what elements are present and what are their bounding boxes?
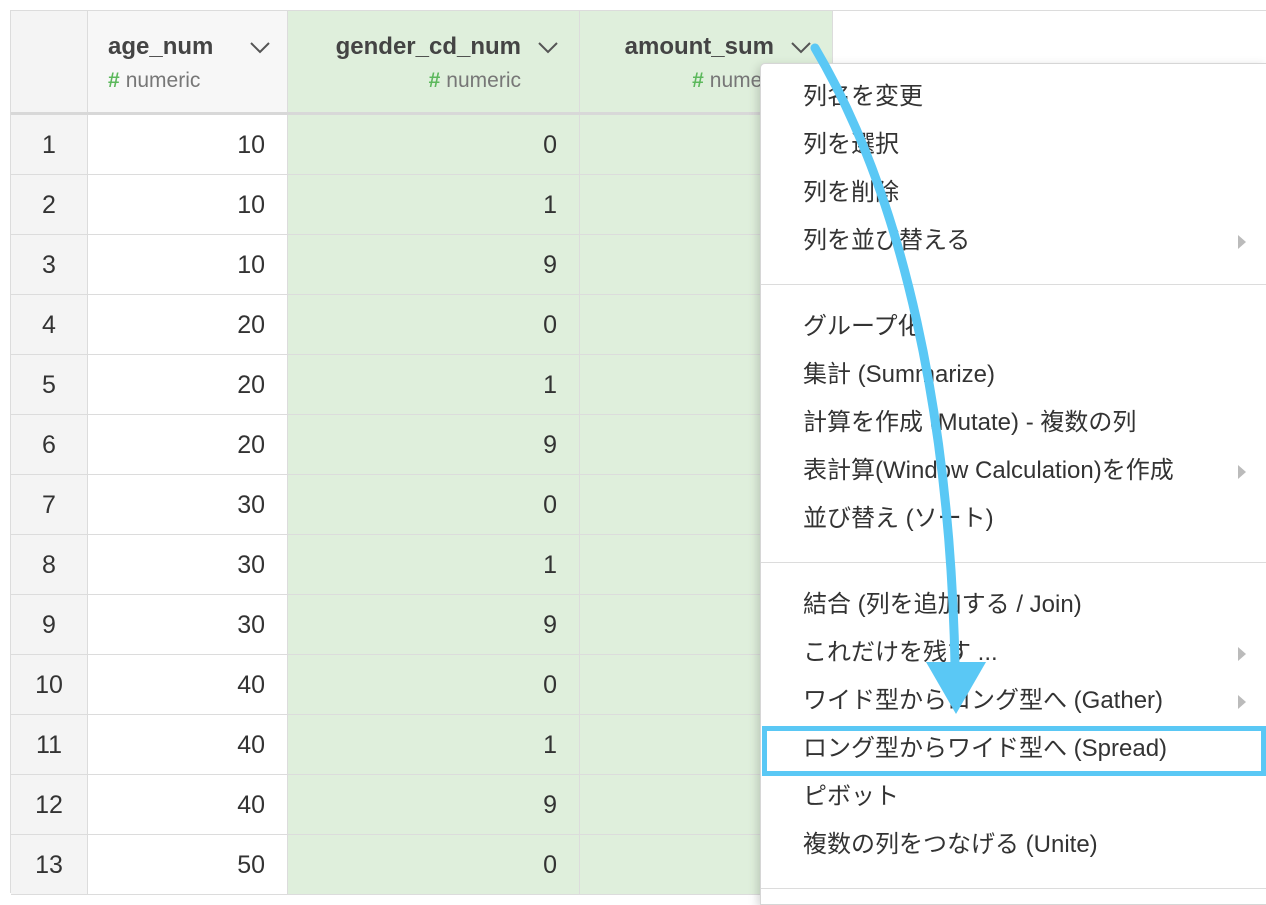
row-index: 7 (11, 475, 88, 535)
column-type: # numeric (108, 69, 200, 93)
menu-item-sort[interactable]: 並び替え (ソート) (761, 495, 1266, 543)
submenu-arrow-icon (1238, 647, 1246, 661)
cell-gender-cd-num[interactable]: 0 (288, 835, 580, 895)
row-index: 11 (11, 715, 88, 775)
cell-age-num[interactable]: 20 (88, 355, 288, 415)
cell-gender-cd-num[interactable]: 0 (288, 115, 580, 175)
menu-item-label: 集計 (Summarize) (803, 361, 996, 388)
menu-item-select[interactable]: 列を選択 (761, 121, 1266, 169)
cell-age-num[interactable]: 50 (88, 835, 288, 895)
menu-item-label: ワイド型からロング型へ (Gather) (803, 687, 1164, 714)
menu-item-spread[interactable]: ロング型からワイド型へ (Spread) (761, 725, 1266, 773)
menu-divider (761, 562, 1266, 563)
numeric-type-icon: # (108, 69, 120, 92)
cell-gender-cd-num[interactable]: 9 (288, 415, 580, 475)
row-index: 8 (11, 535, 88, 595)
row-index: 5 (11, 355, 88, 415)
menu-item-join[interactable]: 結合 (列を追加する / Join) (761, 581, 1266, 629)
menu-item-label: 複数の列をつなげる (Unite) (803, 831, 1098, 858)
menu-item-gather[interactable]: ワイド型からロング型へ (Gather) (761, 677, 1266, 725)
cell-gender-cd-num[interactable]: 0 (288, 475, 580, 535)
menu-item-label: 計算を作成 (Mutate) - 複数の列 (803, 409, 1137, 436)
menu-divider (761, 284, 1266, 285)
submenu-arrow-icon (1238, 695, 1246, 709)
chevron-down-icon[interactable] (790, 41, 812, 55)
cell-gender-cd-num[interactable]: 9 (288, 235, 580, 295)
cell-age-num[interactable]: 20 (88, 295, 288, 355)
row-index: 6 (11, 415, 88, 475)
menu-item-label: グループ化 (803, 313, 922, 340)
cell-age-num[interactable]: 10 (88, 235, 288, 295)
column-name: gender_cd_num (335, 33, 521, 60)
row-index: 4 (11, 295, 88, 355)
cell-gender-cd-num[interactable]: 0 (288, 655, 580, 715)
menu-item-delete[interactable]: 列を削除 (761, 169, 1266, 217)
column-type-label: numeric (446, 69, 521, 92)
menu-item-reorder[interactable]: 列を並び替える (761, 217, 1266, 265)
menu-item-rename[interactable]: 列名を変更 (761, 73, 1266, 121)
column-context-menu: 列名を変更 列を選択 列を削除 列を並び替える グループ化 集計 (Summar… (760, 63, 1266, 905)
menu-item-label: 列を選択 (803, 131, 899, 158)
cell-age-num[interactable]: 10 (88, 175, 288, 235)
cell-age-num[interactable]: 30 (88, 475, 288, 535)
cell-age-num[interactable]: 30 (88, 535, 288, 595)
row-index-header (11, 11, 88, 112)
chevron-down-icon[interactable] (249, 41, 271, 55)
cell-gender-cd-num[interactable]: 1 (288, 535, 580, 595)
menu-item-group[interactable]: グループ化 (761, 303, 1266, 351)
submenu-arrow-icon (1238, 235, 1246, 249)
menu-item-pivot[interactable]: ピボット (761, 773, 1266, 821)
chevron-down-icon[interactable] (537, 41, 559, 55)
cell-age-num[interactable]: 40 (88, 655, 288, 715)
cell-age-num[interactable]: 10 (88, 115, 288, 175)
cell-gender-cd-num[interactable]: 1 (288, 355, 580, 415)
column-header-gender-cd-num[interactable]: gender_cd_num # numeric (288, 11, 580, 112)
menu-item-unite[interactable]: 複数の列をつなげる (Unite) (761, 821, 1266, 869)
cell-gender-cd-num[interactable]: 1 (288, 715, 580, 775)
cell-age-num[interactable]: 20 (88, 415, 288, 475)
menu-item-label: 表計算(Window Calculation)を作成 (803, 457, 1174, 484)
cell-age-num[interactable]: 30 (88, 595, 288, 655)
column-name: age_num (108, 33, 214, 60)
menu-item-label: 列を削除 (803, 179, 899, 206)
column-name: amount_sum (624, 33, 774, 60)
menu-item-label: 結合 (列を追加する / Join) (803, 591, 1082, 618)
menu-item-keep-only[interactable]: これだけを残す ... (761, 629, 1266, 677)
column-type: # numeric (429, 69, 521, 93)
column-header-age-num[interactable]: age_num # numeric (88, 11, 288, 112)
cell-gender-cd-num[interactable]: 9 (288, 775, 580, 835)
menu-item-window-calculation[interactable]: 表計算(Window Calculation)を作成 (761, 447, 1266, 495)
cell-age-num[interactable]: 40 (88, 715, 288, 775)
row-index: 10 (11, 655, 88, 715)
cell-gender-cd-num[interactable]: 0 (288, 295, 580, 355)
menu-item-label: ロング型からワイド型へ (Spread) (803, 735, 1168, 762)
menu-item-label: 並び替え (ソート) (803, 505, 994, 532)
row-index: 9 (11, 595, 88, 655)
cell-gender-cd-num[interactable]: 1 (288, 175, 580, 235)
row-index: 12 (11, 775, 88, 835)
row-index: 2 (11, 175, 88, 235)
row-index: 13 (11, 835, 88, 895)
menu-item-label: 列を並び替える (803, 227, 971, 254)
cell-gender-cd-num[interactable]: 9 (288, 595, 580, 655)
numeric-type-icon: # (428, 69, 441, 92)
menu-divider (761, 888, 1266, 889)
menu-item-label: ピボット (803, 783, 899, 810)
submenu-arrow-icon (1238, 465, 1246, 479)
row-index: 1 (11, 115, 88, 175)
menu-item-summarize[interactable]: 集計 (Summarize) (761, 351, 1266, 399)
cell-age-num[interactable]: 40 (88, 775, 288, 835)
row-index: 3 (11, 235, 88, 295)
menu-item-mutate[interactable]: 計算を作成 (Mutate) - 複数の列 (761, 399, 1266, 447)
column-type-label: numeric (125, 69, 201, 92)
menu-item-label: 列名を変更 (803, 83, 923, 110)
menu-item-label: これだけを残す ... (803, 639, 998, 666)
numeric-type-icon: # (692, 69, 704, 92)
